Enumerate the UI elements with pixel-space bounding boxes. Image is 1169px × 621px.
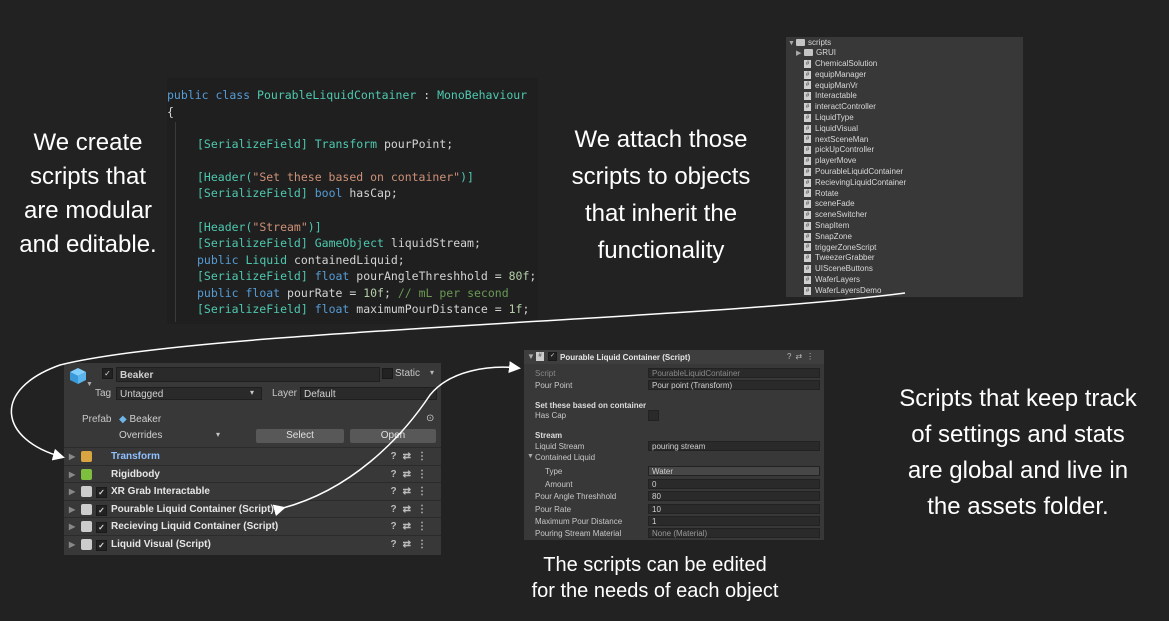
connector-arrows bbox=[10, 292, 906, 517]
arrow-to-script bbox=[272, 361, 521, 517]
